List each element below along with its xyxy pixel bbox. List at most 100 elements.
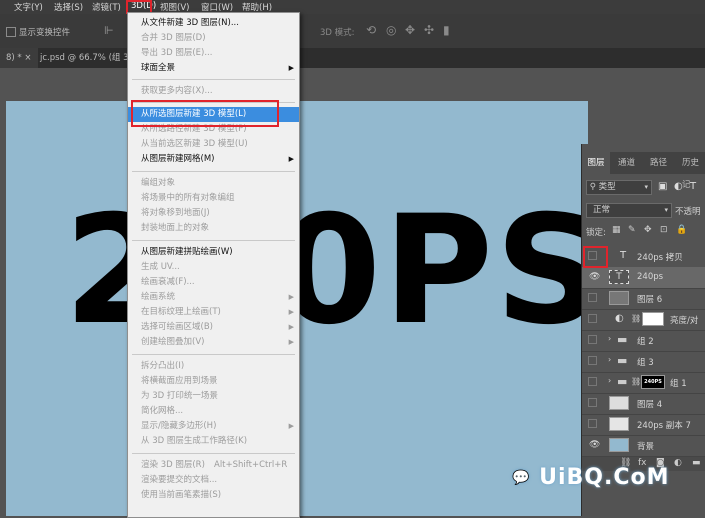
submenu-arrow-icon: ▶: [288, 64, 294, 72]
menu-separator: [132, 240, 295, 241]
menu-item[interactable]: 简化网格...: [128, 404, 299, 419]
layer-row[interactable]: 👁 背景: [582, 435, 705, 457]
menu-item[interactable]: 生成 UV...: [128, 260, 299, 275]
visibility-toggle[interactable]: [588, 314, 597, 323]
menu-item[interactable]: 从图层新建拼贴绘画(W): [128, 245, 299, 260]
layer-name: 背景: [637, 442, 655, 452]
layer-filter-select[interactable]: ⚲ 类型 ▾: [586, 180, 652, 195]
lock-artboard-icon[interactable]: ⊡: [660, 225, 668, 235]
menu-item[interactable]: 渲染要提交的文档...: [128, 473, 299, 488]
lock-position-icon[interactable]: ✥: [644, 225, 652, 235]
lock-all-icon[interactable]: 🔒: [676, 225, 687, 235]
menu-item[interactable]: 从文件新建 3D 图层(N)...: [128, 16, 299, 31]
scale-3d-icon[interactable]: ▮: [443, 23, 450, 37]
folder-icon: ▬: [617, 354, 628, 367]
document-tab-bar: 8) * × jc.psd @ 66.7% (组 3...: [0, 48, 705, 68]
menu-separator: [132, 453, 295, 454]
orbit-3d-icon[interactable]: ⟲: [366, 23, 376, 37]
visibility-toggle[interactable]: [588, 398, 597, 407]
menu-shortcut: Alt+Shift+Ctrl+R: [214, 460, 288, 470]
tab-paths[interactable]: 路径: [650, 152, 667, 174]
align-icon[interactable]: ⊩: [104, 24, 114, 37]
options-bar: 显示变换控件 ⊩ 3D 模式: ⟲ ◎ ✥ ✣ ▮: [0, 14, 705, 49]
menu-item[interactable]: 从当前选区新建 3D 模型(U): [128, 137, 299, 152]
menu-item[interactable]: 球面全景 ▶: [128, 61, 299, 76]
show-transform-label: 显示变换控件: [19, 28, 71, 38]
menu-item[interactable]: 获取更多内容(X)...: [128, 84, 299, 99]
filter-adjustment-icon[interactable]: ◐: [674, 181, 683, 192]
menu-item[interactable]: 使用当前画笔素描(S): [128, 488, 299, 503]
lock-label: 锁定:: [586, 228, 606, 238]
slide-3d-icon[interactable]: ✣: [424, 23, 434, 37]
menu-item[interactable]: 渲染 3D 图层(R) Alt+Shift+Ctrl+R: [128, 458, 299, 473]
chevron-down-icon: ▾: [664, 206, 668, 214]
filter-pixel-icon[interactable]: ▣: [658, 181, 667, 192]
menu-item[interactable]: 从 3D 图层生成工作路径(K): [128, 434, 299, 449]
menu-item[interactable]: 将横截面应用到场景: [128, 374, 299, 389]
roll-3d-icon[interactable]: ◎: [386, 23, 396, 37]
eye-icon[interactable]: 👁: [589, 272, 600, 282]
menu-item[interactable]: 将场景中的所有对象编组: [128, 191, 299, 206]
layer-row[interactable]: ◐ ⛓ 亮度/对: [582, 309, 705, 331]
tab-history[interactable]: 历史记: [682, 152, 705, 190]
link-icon: ⛓: [631, 377, 642, 386]
show-transform-checkbox[interactable]: [6, 27, 16, 37]
watermark-text: UiBQ.CoM: [539, 465, 670, 490]
layers-panel: 图层 通道 路径 历史记 ⚲ 类型 ▾ ▣ ◐ T 正常 ▾ 不透明 锁定: ▦…: [581, 144, 705, 516]
panel-tabs: 图层 通道 路径 历史记: [582, 152, 705, 190]
lock-pixels-icon[interactable]: ✎: [628, 225, 636, 235]
visibility-toggle[interactable]: [588, 335, 597, 344]
menu-item[interactable]: 导出 3D 图层(E)...: [128, 46, 299, 61]
menu-item[interactable]: 为 3D 打印统一场景: [128, 389, 299, 404]
menu-item[interactable]: 拆分凸出(I): [128, 359, 299, 374]
link-icon: ⛓: [631, 314, 642, 323]
menu-item[interactable]: 从图层新建网格(M) ▶: [128, 152, 299, 167]
layer-name: 图层 4: [637, 400, 663, 410]
menu-separator: [132, 171, 295, 172]
new-folder-icon[interactable]: ▬: [692, 458, 701, 468]
layer-row[interactable]: › ▬ 组 3: [582, 351, 705, 373]
menu-type[interactable]: 文字(Y): [14, 1, 43, 13]
menu-filter[interactable]: 滤镜(T): [92, 1, 121, 13]
layer-name: 组 1: [670, 379, 687, 389]
menu-item[interactable]: 封装地面上的对象: [128, 221, 299, 236]
menu-item[interactable]: 创建绘图叠加(V) ▶: [128, 335, 299, 350]
layer-row[interactable]: 图层 4: [582, 393, 705, 415]
menu-item[interactable]: 在目标纹理上绘画(T) ▶: [128, 305, 299, 320]
menu-item[interactable]: 合并 3D 图层(D): [128, 31, 299, 46]
new-fill-icon[interactable]: ◐: [674, 458, 682, 468]
menu-item[interactable]: 选择可绘画区域(B) ▶: [128, 320, 299, 335]
menu-select[interactable]: 选择(S): [54, 1, 83, 13]
menu-item[interactable]: 显示/隐藏多边形(H) ▶: [128, 419, 299, 434]
layer-row[interactable]: 240ps 副本 7: [582, 414, 705, 436]
layer-row[interactable]: 图层 6: [582, 288, 705, 310]
layer-name: 240ps 拷贝: [637, 253, 683, 263]
lock-transparent-icon[interactable]: ▦: [612, 225, 621, 235]
layer-filter-value: 类型: [598, 182, 616, 192]
menu-item[interactable]: 绘画系统 ▶: [128, 290, 299, 305]
drag-3d-icon[interactable]: ✥: [405, 23, 415, 37]
chevron-right-icon[interactable]: ›: [608, 355, 611, 364]
visibility-toggle[interactable]: [588, 356, 597, 365]
folder-icon: ▬: [617, 333, 628, 346]
filter-type-icon[interactable]: T: [690, 181, 696, 192]
menu-item[interactable]: 绘画衰减(F)...: [128, 275, 299, 290]
menu-item[interactable]: 编组对象: [128, 176, 299, 191]
layer-row[interactable]: 👁 T 240ps: [582, 267, 705, 289]
tab-channels[interactable]: 通道: [618, 152, 635, 174]
submenu-arrow-icon: ▶: [288, 323, 294, 331]
visibility-toggle[interactable]: [588, 377, 597, 386]
layer-row[interactable]: › ▬ ⛓ 240PS 组 1: [582, 372, 705, 394]
layer-row[interactable]: › ▬ 组 2: [582, 330, 705, 352]
eye-icon[interactable]: 👁: [589, 440, 600, 450]
visibility-toggle[interactable]: [588, 293, 597, 302]
chevron-right-icon[interactable]: ›: [608, 334, 611, 343]
blend-mode-select[interactable]: 正常 ▾: [586, 203, 672, 218]
tab-layers[interactable]: 图层: [582, 152, 610, 174]
text-layer-thumb-icon: T: [609, 270, 629, 284]
menu-item[interactable]: 将对象移到地面(J): [128, 206, 299, 221]
visibility-toggle[interactable]: [588, 419, 597, 428]
tab-document-1[interactable]: 8) * ×: [0, 48, 38, 68]
chevron-right-icon[interactable]: ›: [608, 376, 611, 385]
opacity-label: 不透明: [675, 207, 701, 217]
